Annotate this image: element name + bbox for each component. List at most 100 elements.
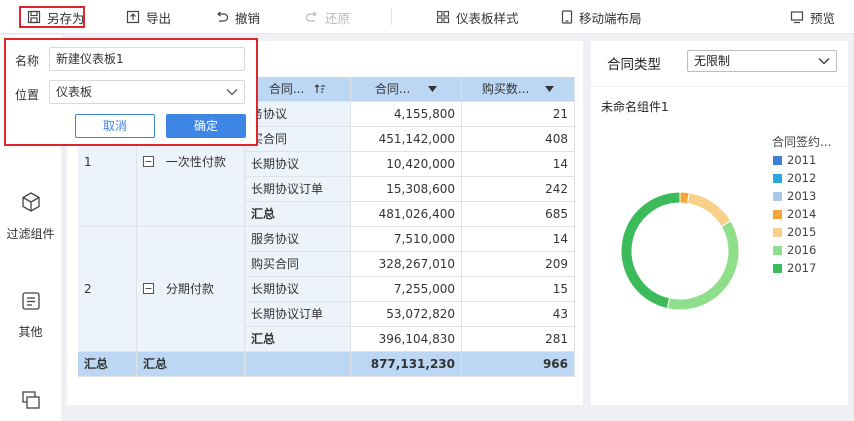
donut-slice-2017[interactable] xyxy=(620,191,681,310)
header-purchase-count-label: 购买数... xyxy=(481,82,530,96)
preview-label: 预览 xyxy=(810,10,836,26)
cancel-button[interactable]: 取消 xyxy=(75,114,155,138)
table-row-amount: 7,255,000 xyxy=(351,277,462,302)
table-row-type: 长期协议订单 xyxy=(245,177,351,202)
name-input[interactable]: 新建仪表板1 xyxy=(49,47,245,71)
table-row-amount: 53,072,820 xyxy=(351,302,462,327)
table-row-amount: 15,308,600 xyxy=(351,177,462,202)
header-contract-type[interactable]: 合同... xyxy=(245,77,351,102)
mobile-layout-label: 移动端布局 xyxy=(579,10,642,26)
location-select-value: 仪表板 xyxy=(56,85,93,99)
table-row-count: 209 xyxy=(462,252,575,277)
subtotal-label: 汇总 xyxy=(245,202,351,227)
rail-item-layers[interactable] xyxy=(0,390,61,410)
rail-item-other[interactable]: 其他 xyxy=(0,291,61,340)
row-index: 2 xyxy=(78,227,137,352)
grand-total-amount: 877,131,230 xyxy=(351,352,462,377)
table-row-amount: 7,510,000 xyxy=(351,227,462,252)
grid-icon xyxy=(436,10,450,24)
export-icon xyxy=(126,10,140,24)
preview-button[interactable]: 预览 xyxy=(790,0,835,34)
rail-item-filter[interactable]: 过滤组件 xyxy=(0,191,61,242)
document-icon xyxy=(21,292,40,310)
filter-value: 无限制 xyxy=(694,54,731,68)
grand-total-label-2: 汇总 xyxy=(137,352,245,377)
legend-item[interactable]: 2012 xyxy=(773,171,816,185)
legend-label: 2013 xyxy=(787,189,817,203)
header-contract-amount[interactable]: 合同... xyxy=(351,77,462,102)
donut-slice-2016[interactable] xyxy=(666,220,740,311)
layers-icon xyxy=(21,391,40,409)
row-group-payment[interactable]: 分期付款 xyxy=(137,227,245,352)
table-row-type: 务协议 xyxy=(245,102,351,127)
name-input-value: 新建仪表板1 xyxy=(56,52,124,66)
legend-swatch xyxy=(773,173,782,183)
chevron-down-icon xyxy=(818,58,830,65)
table-row-amount: 451,142,000 xyxy=(351,127,462,152)
redo-label: 还原 xyxy=(325,10,351,26)
legend-item[interactable]: 2013 xyxy=(773,189,816,203)
table-row-type: 长期协议订单 xyxy=(245,302,351,327)
component-title: 未命名组件1 xyxy=(601,100,669,114)
chevron-down-icon xyxy=(226,89,238,96)
header-contract-amount-label: 合同... xyxy=(374,82,411,96)
subtotal-amount: 481,026,400 xyxy=(351,202,462,227)
rail-other-label: 其他 xyxy=(18,325,43,339)
save-as-dialog: 名称 新建仪表板1 位置 仪表板 取消 确定 xyxy=(4,38,258,146)
legend-item[interactable]: 2011 xyxy=(773,153,816,167)
collapse-icon[interactable] xyxy=(143,156,154,167)
legend-swatch xyxy=(773,191,782,201)
location-label: 位置 xyxy=(15,88,40,102)
dashboard-style-button[interactable]: 仪表板样式 xyxy=(436,0,519,34)
legend-label: 2014 xyxy=(787,207,817,221)
legend-item[interactable]: 2015 xyxy=(773,225,816,239)
undo-icon xyxy=(217,11,229,22)
legend-label: 2011 xyxy=(787,153,817,167)
chart-panel: 合同类型 无限制 未命名组件1 合同签约... 2011 2012 2013 2014… xyxy=(591,41,848,405)
table-row-amount: 10,420,000 xyxy=(351,152,462,177)
legend-item[interactable]: 2014 xyxy=(773,207,816,221)
collapse-icon[interactable] xyxy=(143,283,154,294)
payment-label: 分期付款 xyxy=(165,282,214,296)
table-row-type: 长期协议 xyxy=(245,277,351,302)
donut-chart[interactable] xyxy=(610,181,750,321)
legend-item[interactable]: 2017 xyxy=(773,261,816,275)
mobile-icon xyxy=(561,10,573,24)
legend-swatch xyxy=(773,263,782,273)
cube-icon xyxy=(21,192,40,212)
save-as-highlight xyxy=(19,6,85,28)
rail-filter-label: 过滤组件 xyxy=(6,227,55,241)
confirm-button[interactable]: 确定 xyxy=(166,114,246,138)
table-row-count: 14 xyxy=(462,152,575,177)
grand-total-empty xyxy=(245,352,351,377)
subtotal-count: 281 xyxy=(462,327,575,352)
contract-type-select[interactable]: 无限制 xyxy=(687,50,837,72)
location-select[interactable]: 仪表板 xyxy=(49,80,245,104)
donut-slice-2015[interactable] xyxy=(686,192,732,228)
header-contract-type-label: 合同... xyxy=(268,82,305,96)
legend-swatch xyxy=(773,155,782,165)
table-row-count: 15 xyxy=(462,277,575,302)
dropdown-icon xyxy=(545,86,555,92)
table-row-type: 买合同 xyxy=(245,127,351,152)
table-row-count: 408 xyxy=(462,127,575,152)
header-purchase-count[interactable]: 购买数... xyxy=(462,77,575,102)
export-label: 导出 xyxy=(146,10,172,26)
undo-button[interactable]: 撤销 xyxy=(215,0,260,34)
monitor-icon xyxy=(790,11,804,24)
redo-button[interactable]: 还原 xyxy=(305,0,350,34)
dashboard-style-label: 仪表板样式 xyxy=(456,10,519,26)
legend-item[interactable]: 2016 xyxy=(773,243,816,257)
subtotal-count: 685 xyxy=(462,202,575,227)
table-row-type: 长期协议 xyxy=(245,152,351,177)
mobile-layout-button[interactable]: 移动端布局 xyxy=(561,0,642,34)
table-row-type: 服务协议 xyxy=(245,227,351,252)
legend-swatch xyxy=(773,209,782,219)
table-row-count: 43 xyxy=(462,302,575,327)
legend-label: 2017 xyxy=(787,261,817,275)
legend-swatch xyxy=(773,227,782,237)
table-row-count: 21 xyxy=(462,102,575,127)
export-button[interactable]: 导出 xyxy=(126,0,171,34)
toolbar: 另存为 导出 撤销 还原 仪表板样式 移动端布局 预览 xyxy=(0,0,854,34)
undo-label: 撤销 xyxy=(235,10,261,26)
